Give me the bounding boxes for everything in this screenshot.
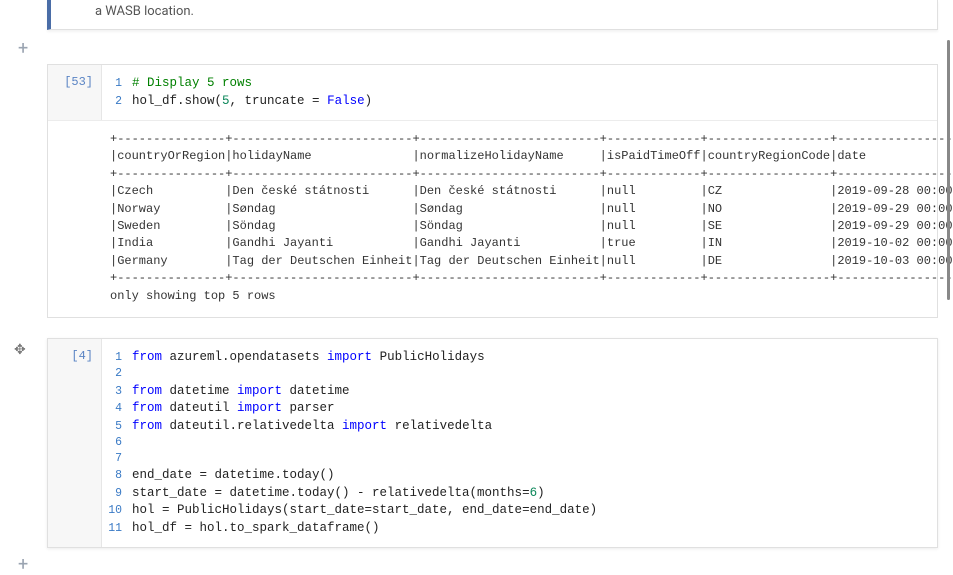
code-line[interactable]: 3from datetime import datetime [108, 383, 937, 401]
line-number: 4 [108, 401, 132, 417]
code-line[interactable]: 2hol_df.show(5, truncate = False) [108, 93, 937, 111]
line-number: 5 [108, 419, 132, 435]
code-line[interactable]: 1# Display 5 rows [108, 75, 937, 93]
code-text[interactable]: from datetime import datetime [132, 383, 350, 401]
line-number: 1 [108, 350, 132, 366]
cell-exec-count: [53] [48, 65, 102, 120]
page-scrollbar-thumb[interactable] [947, 40, 950, 300]
code-line[interactable]: 10hol = PublicHolidays(start_date=start_… [108, 502, 937, 520]
info-alert-box: a WASB location. [47, 0, 938, 30]
code-line[interactable]: 11hol_df = hol.to_spark_dataframe() [108, 520, 937, 538]
add-cell-button[interactable]: + [18, 40, 953, 58]
code-line[interactable]: 9start_date = datetime.today() - relativ… [108, 485, 937, 503]
code-text[interactable]: from dateutil import parser [132, 400, 335, 418]
line-number: 6 [108, 435, 132, 451]
code-line[interactable]: 6 [108, 435, 937, 451]
code-line[interactable]: 8end_date = datetime.today() [108, 467, 937, 485]
code-text[interactable]: from dateutil.relativedelta import relat… [132, 418, 492, 436]
line-number: 1 [108, 76, 132, 92]
line-number: 7 [108, 451, 132, 467]
line-number: 3 [108, 384, 132, 400]
move-cell-handle[interactable]: ✥ [14, 342, 26, 358]
cell-output: +---------------+-----------------------… [48, 120, 937, 317]
line-number: 2 [108, 366, 132, 382]
code-editor[interactable]: 1# Display 5 rows2hol_df.show(5, truncat… [102, 65, 937, 120]
add-cell-button[interactable]: + [18, 556, 953, 574]
line-number: 10 [108, 503, 132, 519]
page-scrollbar-track[interactable] [947, 40, 950, 300]
code-line[interactable]: 7 [108, 451, 937, 467]
line-number: 11 [108, 521, 132, 537]
notebook-cell[interactable]: [4] 1from azureml.opendatasets import Pu… [47, 338, 938, 548]
code-text[interactable]: hol_df.show(5, truncate = False) [132, 93, 372, 111]
code-line[interactable]: 2 [108, 366, 937, 382]
line-number: 9 [108, 486, 132, 502]
notebook-cell[interactable]: [53] 1# Display 5 rows2hol_df.show(5, tr… [47, 64, 938, 318]
code-editor[interactable]: 1from azureml.opendatasets import Public… [102, 339, 937, 547]
code-text[interactable]: hol_df = hol.to_spark_dataframe() [132, 520, 380, 538]
code-line[interactable]: 5from dateutil.relativedelta import rela… [108, 418, 937, 436]
line-number: 2 [108, 94, 132, 110]
code-line[interactable]: 1from azureml.opendatasets import Public… [108, 349, 937, 367]
line-number: 8 [108, 468, 132, 484]
code-text[interactable]: hol = PublicHolidays(start_date=start_da… [132, 502, 597, 520]
code-text[interactable]: # Display 5 rows [132, 75, 252, 93]
cell-exec-count: [4] [48, 339, 102, 547]
code-line[interactable]: 4from dateutil import parser [108, 400, 937, 418]
code-text[interactable]: start_date = datetime.today() - relative… [132, 485, 545, 503]
code-text[interactable]: end_date = datetime.today() [132, 467, 335, 485]
code-text[interactable]: from azureml.opendatasets import PublicH… [132, 349, 485, 367]
